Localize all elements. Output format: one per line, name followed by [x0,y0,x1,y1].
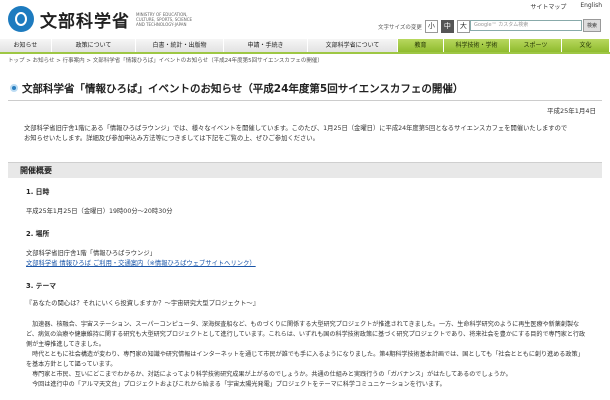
nav-item-publications[interactable]: 白書・統計・出版物 [136,39,224,52]
description-paragraph-1: 加速器、核融合、宇宙ステーション、スーパーコンピュータ、深海探査船など、ものづく… [26,321,586,348]
intro-text: 文部科学省旧庁舎1階にある「情報ひろばラウンジ」では、様々なイベントを開催してい… [24,124,584,144]
theme-heading: 3. テーマ [26,282,57,290]
section-title: 開催概要 [20,166,52,175]
logo-english-text: MINISTRY OF EDUCATION, CULTURE, SPORTS, … [136,11,193,27]
nav-item-applications[interactable]: 申請・手続き [224,39,308,52]
datetime-text: 平成25年1月25日（金曜日）19時00分～20時30分 [26,208,173,215]
nav-item-policy[interactable]: 政策について [52,39,136,52]
theme-text: 『あなたの関心は？それにいくら投資しますか？～宇宙研究大型プロジェクト～』 [26,300,259,307]
page-title: 文部科学省「情報ひろば」イベントのお知らせ（平成24年度第5回サイエンスカフェの… [22,83,464,95]
nav-item-sports[interactable]: スポーツ [510,39,562,52]
nav-item-culture[interactable]: 文化 [562,39,610,52]
datetime-heading: 1. 日時 [26,188,50,196]
english-link[interactable]: English [580,2,602,11]
description-paragraph-3: 専門家と市民、互いにどこまでわかるか、対話によってより科学技術研究成果が上がるの… [32,371,512,378]
font-size-control: 文字サイズの変更 小 中 大 [378,20,470,33]
sitemap-link[interactable]: サイトマップ [530,2,566,11]
font-size-large-button[interactable]: 大 [456,20,470,33]
intro-line-2: お知らせいたします。詳細及び参加申込み方法等につきましては下記をご覧の上、ぜひご… [24,135,319,142]
publish-date: 平成25年1月4日 [546,107,596,115]
venue-text: 文部科学省旧庁舎1階「情報ひろばラウンジ」 [26,250,156,257]
section-heading: 開催概要 [8,162,602,178]
font-size-small-button[interactable]: 小 [424,20,438,33]
page-title-bar: 文部科学省「情報ひろば」イベントのお知らせ（平成24年度第5回サイエンスカフェの… [8,78,602,101]
nav-item-news[interactable]: お知らせ [0,39,52,52]
mext-logo-icon [8,6,34,32]
search-input[interactable]: Google™ カスタム検索 [470,20,582,31]
breadcrumb[interactable]: トップ > お知らせ > 行事案内 > 文部科学省「情報ひろば」イベントのお知ら… [8,56,323,64]
logo-text: 文部科学省 [40,11,130,32]
venue-heading: 2. 場所 [26,230,50,238]
nav-item-education[interactable]: 教育 [398,39,444,52]
venue-access-link[interactable]: 文部科学省 情報ひろば ご利用・交通案内（※情報ひろばウェブサイトへリンク） [26,260,256,267]
description-paragraph-2: 時代とともに社会構造が変わり、専門家の知識や研究情報はインターネットを通じて市民… [26,351,584,368]
global-nav: お知らせ 政策について 白書・統計・出版物 申請・手続き 文部科学省について 教… [0,39,610,52]
title-bullet-icon [10,84,18,92]
search-button[interactable]: 検索 [583,19,601,32]
font-size-medium-button[interactable]: 中 [440,20,454,33]
site-logo[interactable]: 文部科学省 MINISTRY OF EDUCATION, CULTURE, SP… [8,6,198,32]
nav-item-science[interactable]: 科学技術・学術 [444,39,510,52]
site-header: 文部科学省 MINISTRY OF EDUCATION, CULTURE, SP… [0,0,610,38]
intro-line-1: 文部科学省旧庁舎1階にある「情報ひろばラウンジ」では、様々なイベントを開催してい… [24,125,568,132]
font-size-label: 文字サイズの変更 [378,24,422,31]
nav-divider [0,52,610,54]
description-paragraph-4: 今回は進行中の「アルマ天文台」プロジェクトおよびこれから始まる「宇宙太陽光発電」… [32,381,446,388]
venue-link-wrapper: 文部科学省 情報ひろば ご利用・交通案内（※情報ひろばウェブサイトへリンク） [26,258,256,267]
nav-item-about[interactable]: 文部科学省について [308,39,398,52]
utility-links: サイトマップ English [530,2,602,11]
